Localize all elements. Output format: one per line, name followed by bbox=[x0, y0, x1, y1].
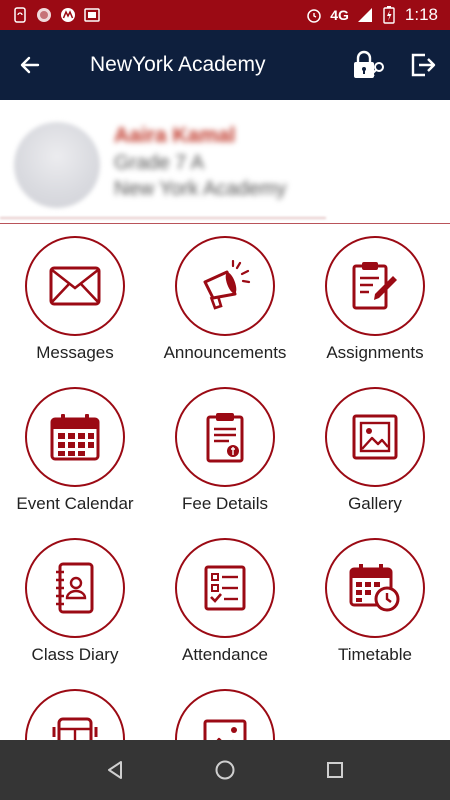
square-recents-icon bbox=[327, 762, 343, 778]
menu-item-label: Class Diary bbox=[31, 645, 119, 664]
circle-home-icon bbox=[215, 760, 235, 780]
calendar-clock-icon bbox=[349, 564, 400, 612]
fee-document-icon bbox=[206, 413, 244, 463]
phone-sync-icon bbox=[12, 7, 28, 23]
menu-item-label: Assignments bbox=[326, 343, 424, 362]
system-icons: 4G 1:18 bbox=[306, 5, 438, 25]
change-password-button[interactable] bbox=[342, 30, 396, 100]
menu-item-transport[interactable] bbox=[0, 677, 150, 740]
app-bar: NewYork Academy bbox=[0, 30, 450, 100]
lock-key-icon bbox=[354, 50, 384, 78]
menu-grid: Messages Announcements Assignments Event… bbox=[0, 224, 450, 740]
screenshot-icon bbox=[84, 7, 100, 23]
system-navigation-bar bbox=[0, 740, 450, 800]
student-profile[interactable]: Aaira Kamal Grade 7 A New York Academy bbox=[0, 100, 450, 224]
bus-icon bbox=[52, 717, 98, 740]
student-grade: Grade 7 A bbox=[114, 152, 205, 174]
menu-item-label: Messages bbox=[36, 343, 114, 362]
student-school: New York Academy bbox=[114, 178, 287, 200]
avatar bbox=[14, 122, 100, 208]
nav-home-button[interactable] bbox=[195, 740, 255, 800]
app-circle-icon bbox=[36, 7, 52, 23]
motorola-icon bbox=[60, 7, 76, 23]
megaphone-icon bbox=[203, 260, 251, 310]
notification-icons bbox=[12, 7, 100, 23]
menu-item-label: Gallery bbox=[348, 494, 402, 513]
image-frame-icon bbox=[203, 719, 247, 740]
menu-item-timetable[interactable]: Timetable bbox=[300, 526, 450, 676]
triangle-back-icon bbox=[108, 761, 122, 779]
signal-icon bbox=[357, 7, 373, 23]
menu-item-media[interactable] bbox=[150, 677, 300, 740]
menu-item-messages[interactable]: Messages bbox=[0, 224, 150, 374]
page-title: NewYork Academy bbox=[90, 53, 266, 76]
back-button[interactable] bbox=[0, 30, 60, 100]
menu-item-fee-details[interactable]: Fee Details bbox=[150, 375, 300, 525]
envelope-icon bbox=[49, 266, 101, 306]
menu-item-label: Attendance bbox=[181, 645, 268, 664]
clock: 1:18 bbox=[404, 5, 438, 24]
student-name: Aaira Kamal bbox=[114, 124, 236, 147]
menu-item-label: Timetable bbox=[337, 645, 412, 664]
logout-icon bbox=[411, 53, 436, 77]
nav-back-button[interactable] bbox=[85, 740, 145, 800]
menu-item-event-calendar[interactable]: Event Calendar bbox=[0, 375, 150, 525]
menu-item-class-diary[interactable]: Class Diary bbox=[0, 526, 150, 676]
picture-icon bbox=[352, 414, 398, 460]
arrow-left-icon bbox=[20, 56, 40, 74]
menu-item-assignments[interactable]: Assignments bbox=[300, 224, 450, 374]
checklist-icon bbox=[204, 565, 246, 611]
status-bar: 4G 1:18 bbox=[0, 0, 450, 30]
menu-item-label: Fee Details bbox=[182, 494, 268, 513]
battery-charging-icon bbox=[381, 6, 397, 24]
logout-button[interactable] bbox=[396, 30, 450, 100]
calendar-icon bbox=[50, 414, 100, 461]
clipboard-pencil-icon bbox=[352, 262, 397, 310]
menu-item-announcements[interactable]: Announcements bbox=[150, 224, 300, 374]
network-type: 4G bbox=[330, 7, 349, 23]
profile-underline bbox=[0, 217, 326, 219]
alarm-icon bbox=[306, 7, 322, 23]
menu-item-gallery[interactable]: Gallery bbox=[300, 375, 450, 525]
menu-item-label: Event Calendar bbox=[16, 494, 134, 513]
nav-recents-button[interactable] bbox=[305, 740, 365, 800]
menu-item-attendance[interactable]: Attendance bbox=[150, 526, 300, 676]
menu-item-label: Announcements bbox=[163, 343, 287, 362]
contact-book-icon bbox=[56, 562, 94, 614]
